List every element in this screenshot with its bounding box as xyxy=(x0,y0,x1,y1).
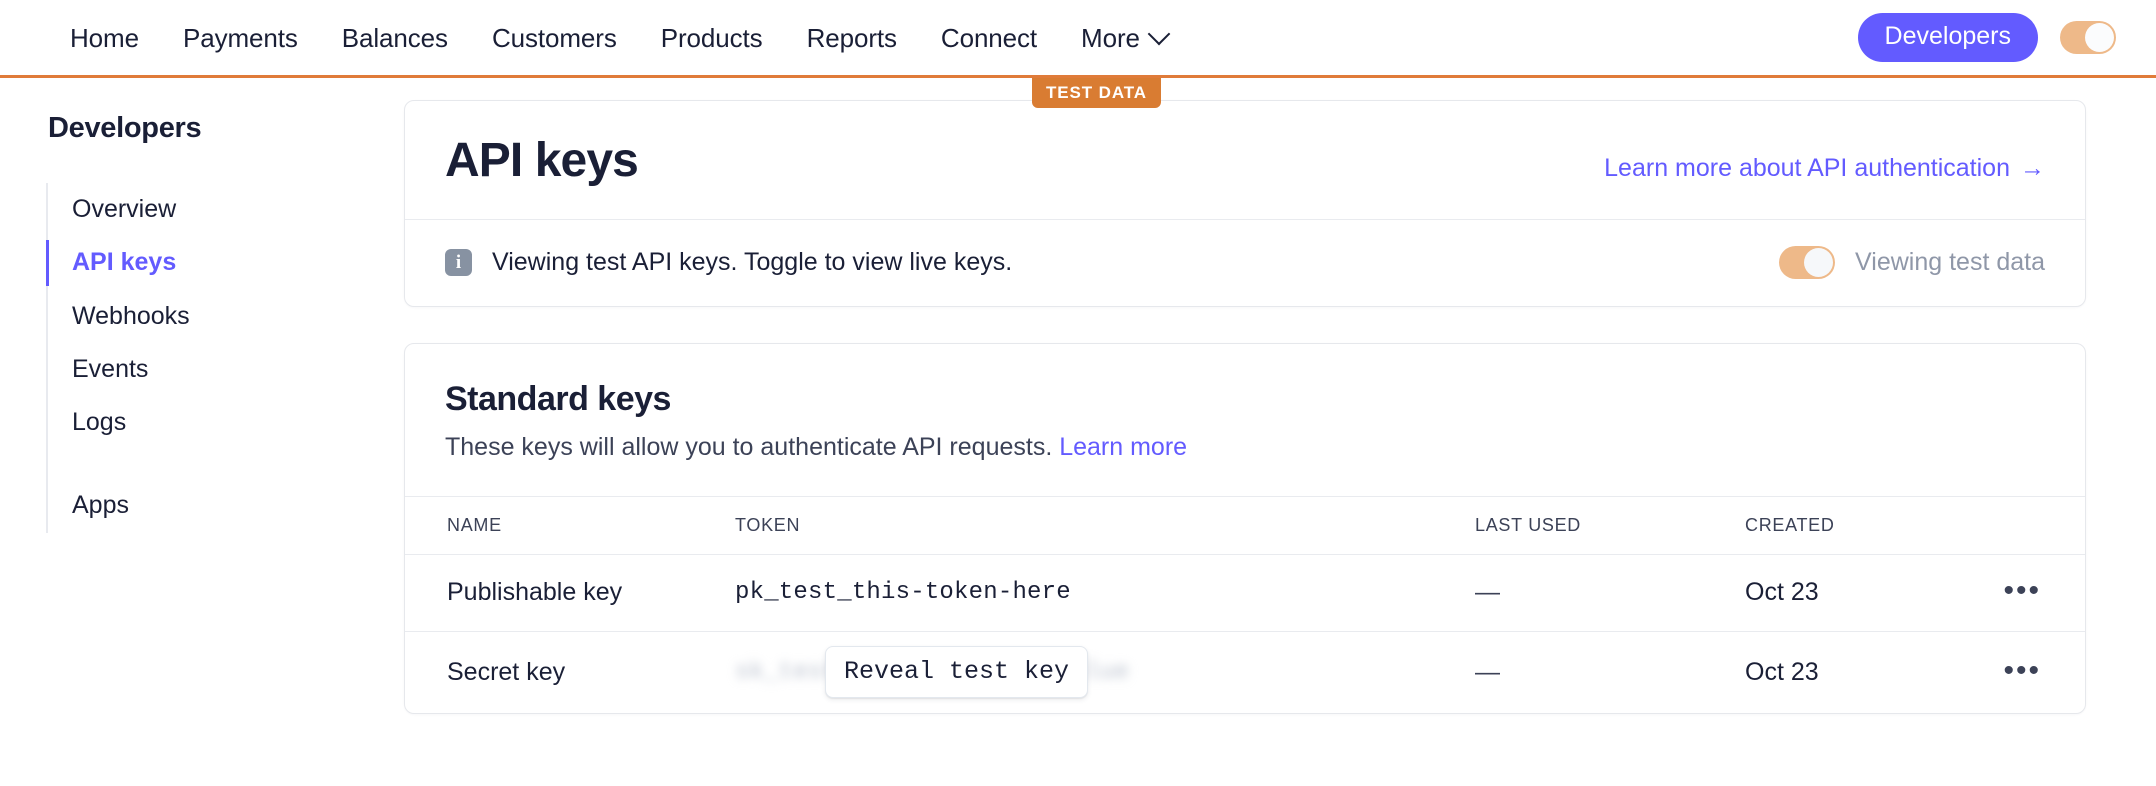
column-header-token: TOKEN xyxy=(735,496,1475,556)
developers-button[interactable]: Developers xyxy=(1857,12,2038,63)
test-keys-banner: i Viewing test API keys. Toggle to view … xyxy=(405,219,2085,306)
standard-keys-description-text: These keys will allow you to authenticat… xyxy=(445,433,1053,462)
sidebar-item-overview[interactable]: Overview xyxy=(48,183,404,236)
row-menu-cell-publishable-key: ••• xyxy=(1985,554,2085,633)
row-created-secret-key: Oct 23 xyxy=(1745,657,1819,686)
column-header-menu xyxy=(1985,496,2085,556)
test-mode-toggle[interactable] xyxy=(2060,21,2116,54)
sidebar-item-api-keys[interactable]: API keys xyxy=(46,236,404,289)
nav-right-cluster: Developers xyxy=(1857,0,2116,75)
column-header-last-used: LAST USED xyxy=(1475,496,1745,556)
chevron-down-icon xyxy=(1147,22,1171,45)
top-navigation-bar: Home Payments Balances Customers Product… xyxy=(0,0,2156,78)
standard-keys-card: Standard keys These keys will allow you … xyxy=(404,343,2086,715)
standard-keys-title: Standard keys xyxy=(445,380,671,418)
banner-left: i Viewing test API keys. Toggle to view … xyxy=(445,248,1012,277)
row-created-publishable-key: Oct 23 xyxy=(1745,554,1985,633)
nav-link-more[interactable]: More xyxy=(1059,22,1189,53)
standard-keys-learn-more-link[interactable]: Learn more xyxy=(1059,433,1187,461)
row-token-secret-key: sk_test_hidden-secret-value Reveal test … xyxy=(735,632,1475,714)
row-name-publishable-key: Publishable key xyxy=(405,554,735,633)
sidebar-divider-gap xyxy=(48,449,404,479)
sidebar-title: Developers xyxy=(48,112,202,144)
sidebar: Developers Overview API keys Webhooks Ev… xyxy=(0,78,404,714)
nav-link-products[interactable]: Products xyxy=(639,25,785,51)
banner-right: Viewing test data xyxy=(1779,246,2045,279)
sidebar-item-logs[interactable]: Logs xyxy=(48,396,404,449)
viewing-test-data-toggle[interactable] xyxy=(1779,246,1836,279)
card-header-row: API keys Learn more about API authentica… xyxy=(405,101,2085,219)
viewing-test-data-label: Viewing test data xyxy=(1855,248,2045,276)
standard-keys-header: Standard keys These keys will allow you … xyxy=(405,344,2085,496)
nav-link-connect[interactable]: Connect xyxy=(919,25,1059,51)
table-row: Secret key sk_test_hidden-secret-value R… xyxy=(405,632,2085,714)
api-keys-table-body: Publishable key pk_test_this-token-here … xyxy=(405,554,2085,714)
api-keys-header-card: API keys Learn more about API authentica… xyxy=(404,100,2086,307)
overflow-menu-icon[interactable]: ••• xyxy=(2003,655,2041,685)
page-body: Developers Overview API keys Webhooks Ev… xyxy=(0,78,2156,715)
api-keys-table-head: NAME TOKEN LAST USED CREATED xyxy=(405,496,2085,556)
info-icon: i xyxy=(445,249,472,276)
nav-link-more-label: More xyxy=(1081,22,1140,53)
row-menu-cell-secret-key: ••• xyxy=(1985,632,2085,714)
nav-link-balances[interactable]: Balances xyxy=(320,25,470,51)
table-header-row: NAME TOKEN LAST USED CREATED xyxy=(405,496,2085,556)
overflow-menu-icon[interactable]: ••• xyxy=(2003,576,2041,606)
sidebar-nav: Overview API keys Webhooks Events Logs A… xyxy=(46,183,404,533)
column-header-name: NAME xyxy=(405,496,735,556)
sidebar-item-apps[interactable]: Apps xyxy=(48,479,404,532)
row-token-publishable-key[interactable]: pk_test_this-token-here xyxy=(735,554,1475,633)
sidebar-item-events[interactable]: Events xyxy=(48,343,404,396)
row-last-used-publishable-key: — xyxy=(1475,554,1745,633)
nav-links: Home Payments Balances Customers Product… xyxy=(0,22,1189,53)
main-content: API keys Learn more about API authentica… xyxy=(404,78,2156,715)
nav-link-home[interactable]: Home xyxy=(48,25,161,51)
learn-more-api-authentication-link[interactable]: Learn more about API authentication → xyxy=(1604,154,2045,183)
reveal-test-key-button[interactable]: Reveal test key xyxy=(825,646,1089,699)
arrow-right-icon: → xyxy=(2020,154,2045,182)
column-header-created: CREATED xyxy=(1745,496,1985,556)
test-data-badge: TEST DATA xyxy=(1032,78,1161,108)
banner-message: Viewing test API keys. Toggle to view li… xyxy=(492,248,1013,276)
secret-token-wrapper: sk_test_hidden-secret-value Reveal test … xyxy=(735,646,1475,699)
table-row: Publishable key pk_test_this-token-here … xyxy=(405,554,2085,633)
page-title: API keys xyxy=(445,134,639,187)
api-keys-table: NAME TOKEN LAST USED CREATED Publishable… xyxy=(405,496,2085,713)
nav-link-payments[interactable]: Payments xyxy=(161,25,320,51)
nav-link-customers[interactable]: Customers xyxy=(470,25,639,51)
sidebar-item-webhooks[interactable]: Webhooks xyxy=(48,290,404,343)
row-name-secret-key: Secret key xyxy=(447,657,566,686)
nav-link-reports[interactable]: Reports xyxy=(785,25,919,51)
standard-keys-description: These keys will allow you to authenticat… xyxy=(445,433,2045,462)
learn-more-api-authentication-label: Learn more about API authentication xyxy=(1604,154,2010,182)
row-last-used-secret-key: — xyxy=(1475,657,1500,686)
